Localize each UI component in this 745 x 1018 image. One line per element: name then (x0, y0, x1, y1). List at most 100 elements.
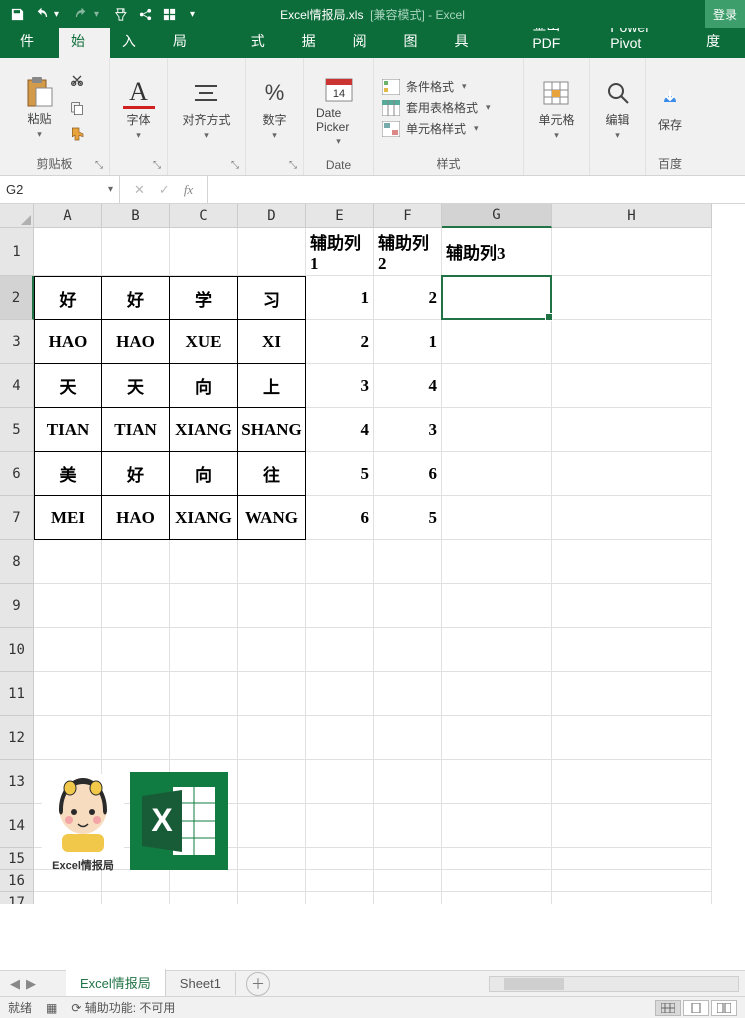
row-header-6[interactable]: 6 (0, 452, 34, 496)
cell[interactable] (552, 320, 712, 364)
cell[interactable] (442, 870, 552, 892)
cell[interactable] (552, 870, 712, 892)
cell[interactable] (442, 364, 552, 408)
number-launcher-icon[interactable]: ⤡ (289, 160, 301, 172)
cell[interactable]: TIAN (102, 408, 170, 452)
cell[interactable] (170, 672, 238, 716)
copy-icon[interactable] (66, 98, 88, 118)
row-header-10[interactable]: 10 (0, 628, 34, 672)
col-header-C[interactable]: C (170, 204, 238, 228)
cell[interactable] (552, 228, 712, 276)
cell[interactable] (552, 496, 712, 540)
cell[interactable]: 2 (374, 276, 442, 320)
editing-button[interactable]: 编辑▾ (598, 75, 638, 143)
cell[interactable]: XI (238, 320, 306, 364)
cell[interactable] (442, 628, 552, 672)
cell[interactable]: 6 (306, 496, 374, 540)
cell[interactable] (306, 848, 374, 870)
cell[interactable]: 辅助列1 (306, 228, 374, 276)
cell[interactable] (374, 716, 442, 760)
cell[interactable]: WANG (238, 496, 306, 540)
cell[interactable] (306, 760, 374, 804)
cell[interactable]: SHANG (238, 408, 306, 452)
cell[interactable] (102, 628, 170, 672)
cell[interactable] (442, 804, 552, 848)
cell[interactable] (552, 540, 712, 584)
cell[interactable] (552, 804, 712, 848)
cell[interactable] (238, 716, 306, 760)
cell[interactable]: 辅助列3 (442, 228, 552, 276)
undo-menu[interactable]: ▾ (54, 9, 68, 20)
undo-icon[interactable] (30, 3, 52, 25)
cell[interactable]: 往 (238, 452, 306, 496)
formula-input[interactable] (208, 176, 745, 203)
cell[interactable] (238, 672, 306, 716)
cell[interactable]: 5 (374, 496, 442, 540)
cell[interactable] (170, 870, 238, 892)
cell[interactable] (102, 584, 170, 628)
cell[interactable] (374, 804, 442, 848)
cell[interactable] (552, 716, 712, 760)
row-header-1[interactable]: 1 (0, 228, 34, 276)
cell[interactable] (102, 672, 170, 716)
fx-icon[interactable]: fx (184, 182, 193, 198)
cell[interactable] (238, 628, 306, 672)
name-box[interactable]: G2▾ (0, 176, 120, 203)
cell[interactable] (306, 870, 374, 892)
row-header-8[interactable]: 8 (0, 540, 34, 584)
col-header-D[interactable]: D (238, 204, 306, 228)
cell[interactable] (306, 628, 374, 672)
cell[interactable]: XIANG (170, 496, 238, 540)
cell[interactable] (238, 804, 306, 848)
cell[interactable] (170, 228, 238, 276)
row-header-14[interactable]: 14 (0, 804, 34, 848)
col-header-G[interactable]: G (442, 204, 552, 228)
cell[interactable] (442, 672, 552, 716)
redo-menu[interactable]: ▾ (94, 9, 108, 20)
cell[interactable] (552, 584, 712, 628)
format-painter-icon[interactable] (66, 124, 88, 144)
cell[interactable] (170, 540, 238, 584)
cell[interactable] (552, 892, 712, 904)
row-header-9[interactable]: 9 (0, 584, 34, 628)
align-button[interactable]: 对齐方式▾ (178, 75, 234, 143)
cell[interactable] (34, 540, 102, 584)
cell[interactable] (102, 540, 170, 584)
cell[interactable] (170, 892, 238, 904)
page-break-view-icon[interactable] (711, 1000, 737, 1016)
save-icon[interactable] (6, 3, 28, 25)
cell[interactable] (374, 672, 442, 716)
row-header-3[interactable]: 3 (0, 320, 34, 364)
cell[interactable] (306, 804, 374, 848)
macro-record-icon[interactable]: ▦ (46, 1001, 57, 1015)
cell[interactable]: MEI (34, 496, 102, 540)
row-header-2[interactable]: 2 (0, 276, 34, 320)
cell[interactable] (552, 760, 712, 804)
datepicker-button[interactable]: 14 Date Picker▾ (312, 70, 365, 149)
floating-avatar-image[interactable]: Excel情报局 (42, 774, 124, 868)
cell[interactable] (552, 452, 712, 496)
cell[interactable]: HAO (102, 320, 170, 364)
cell[interactable] (306, 584, 374, 628)
cell[interactable]: 3 (374, 408, 442, 452)
font-launcher-icon[interactable]: ⤡ (153, 160, 165, 172)
cell[interactable] (170, 584, 238, 628)
cell[interactable] (238, 848, 306, 870)
cell[interactable] (374, 540, 442, 584)
cell[interactable]: HAO (34, 320, 102, 364)
cell[interactable] (170, 716, 238, 760)
spreadsheet-grid[interactable]: ABCDEFGH 123456789101112131415161718 辅助列… (0, 204, 745, 904)
cell[interactable]: 6 (374, 452, 442, 496)
cell[interactable] (238, 760, 306, 804)
cell[interactable] (552, 276, 712, 320)
sheet-tab-2[interactable]: Sheet1 (166, 972, 236, 995)
cell[interactable] (442, 716, 552, 760)
col-header-E[interactable]: E (306, 204, 374, 228)
cell-style-button[interactable]: 单元格样式▾ (382, 120, 479, 137)
cell[interactable]: HAO (102, 496, 170, 540)
col-header-A[interactable]: A (34, 204, 102, 228)
row-header-12[interactable]: 12 (0, 716, 34, 760)
cell[interactable] (238, 540, 306, 584)
new-sheet-button[interactable]: ＋ (246, 972, 270, 996)
share-icon[interactable] (134, 3, 156, 25)
